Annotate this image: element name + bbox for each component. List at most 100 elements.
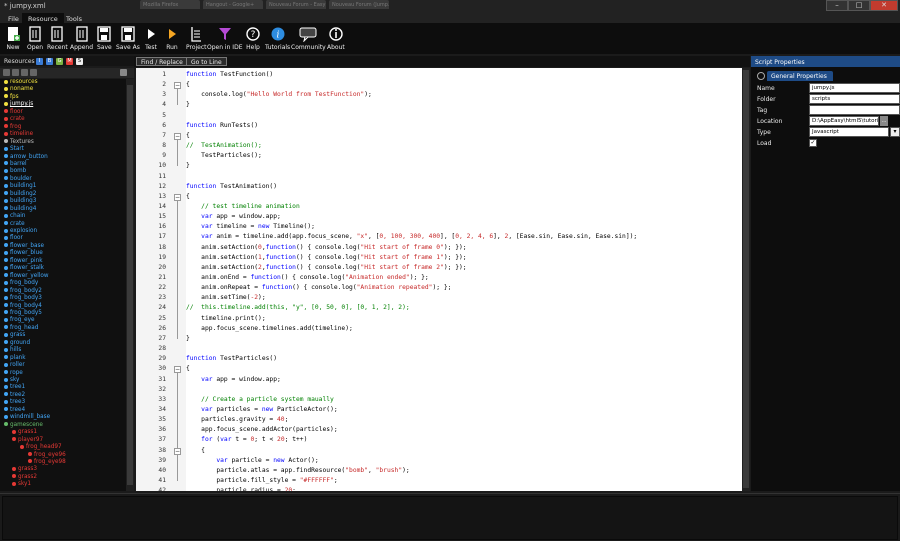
tree-item[interactable]: flower_stalk <box>4 265 44 272</box>
tree-item[interactable]: frog_eye <box>4 317 35 324</box>
recent-button[interactable]: Recent <box>47 26 68 51</box>
tree-item[interactable]: crate <box>4 116 25 123</box>
browser-tab[interactable]: Nouveau Forum (Jump...) <box>329 0 389 9</box>
project-button[interactable]: Project <box>186 26 207 51</box>
resource-filter-badge[interactable]: I <box>36 58 43 65</box>
tree-collapse-button[interactable] <box>3 69 10 76</box>
menu-tools[interactable]: Tools <box>60 13 88 23</box>
open-button[interactable]: Open <box>27 26 43 51</box>
tree-item[interactable]: flower_blue <box>4 250 43 257</box>
tree-item[interactable]: plank <box>4 355 26 362</box>
tutorials-button[interactable]: i Tutorials <box>265 26 290 51</box>
save-button[interactable]: Save <box>97 26 112 51</box>
help-button[interactable]: ? Help <box>246 26 260 51</box>
tree-item[interactable]: Textures <box>4 139 34 146</box>
find-replace-button[interactable]: Find / Replace <box>136 57 188 66</box>
tree-item[interactable]: player97 <box>12 437 43 444</box>
prop-name-input[interactable]: jumpy.js <box>809 83 900 93</box>
tree-item[interactable]: ground <box>4 340 30 347</box>
tree-item[interactable]: rope <box>4 370 23 377</box>
general-properties-tab[interactable]: General Properties <box>767 71 833 81</box>
resource-filter-badge[interactable]: S <box>76 58 83 65</box>
tree-item[interactable]: frog <box>4 124 21 131</box>
about-button[interactable]: About <box>327 26 345 51</box>
tree-item[interactable]: frog_body <box>4 280 38 287</box>
tree-item[interactable]: resources <box>4 79 38 86</box>
tree-item[interactable]: gamescene <box>4 422 43 429</box>
save-as-button[interactable]: Save As <box>116 26 140 51</box>
tree-item[interactable]: frog_body3 <box>4 295 42 302</box>
tree-item[interactable]: grass1 <box>12 429 37 436</box>
fold-toggle[interactable]: − <box>174 82 181 90</box>
tree-item[interactable]: grass2 <box>12 474 37 481</box>
tree-item[interactable]: frog_body4 <box>4 303 42 310</box>
output-console[interactable] <box>2 496 898 540</box>
tree-item[interactable]: building2 <box>4 191 36 198</box>
tree-item[interactable]: flower_pink <box>4 258 42 265</box>
browser-tab[interactable]: Nouveau Forum - Easy <box>266 0 326 9</box>
tree-item[interactable]: arrow_button <box>4 154 48 161</box>
tree-item[interactable]: building3 <box>4 198 36 205</box>
test-button[interactable]: Test <box>144 26 158 51</box>
prop-load-checkbox[interactable]: ✓ <box>809 139 817 147</box>
prop-location-input[interactable]: D:\AppEasy\html5\tutori <box>809 116 879 126</box>
fold-toggle[interactable]: − <box>174 366 181 374</box>
browse-location-button[interactable]: ... <box>880 116 888 126</box>
chevron-down-icon[interactable]: ▾ <box>890 127 900 137</box>
browser-tab[interactable]: Mozilla Firefox <box>140 0 200 9</box>
tree-item[interactable]: timeline <box>4 131 33 138</box>
tree-item[interactable]: flower_yellow <box>4 273 49 280</box>
tree-item[interactable]: explosion <box>4 228 37 235</box>
tree-item[interactable]: noname <box>4 86 33 93</box>
tree-scrollbar[interactable] <box>126 79 134 491</box>
tree-item[interactable]: floor <box>4 109 23 116</box>
tree-item[interactable]: grass <box>4 332 25 339</box>
tree-item[interactable]: boulder <box>4 176 32 183</box>
tree-item[interactable]: jumpy.js <box>4 101 33 108</box>
prop-type-select[interactable]: Javascript <box>809 127 889 137</box>
resource-filter-badge[interactable]: B <box>46 58 53 65</box>
tree-item[interactable]: grass3 <box>12 466 37 473</box>
editor-scrollbar[interactable] <box>742 68 750 491</box>
section-collapse-icon[interactable] <box>757 72 765 80</box>
tree-item[interactable]: tree2 <box>4 392 25 399</box>
tree-item[interactable]: frog_eye96 <box>28 452 66 459</box>
fold-toggle[interactable]: − <box>174 447 181 455</box>
tree-scroll-thumb[interactable] <box>127 85 133 485</box>
tree-item[interactable]: Start <box>4 146 24 153</box>
tree-item[interactable]: chain <box>4 213 25 220</box>
open-in-ide-button[interactable]: Open in IDE <box>207 26 243 51</box>
tree-item[interactable]: building1 <box>4 183 36 190</box>
tree-item[interactable]: roller <box>4 362 25 369</box>
tree-item[interactable]: floor <box>4 235 23 242</box>
tree-item[interactable]: tree3 <box>4 399 25 406</box>
browser-tab[interactable]: Hangout - Google+ <box>203 0 263 9</box>
fold-toggle[interactable]: − <box>174 132 181 140</box>
tree-up-button[interactable] <box>21 69 28 76</box>
run-button[interactable]: Run <box>165 26 179 51</box>
go-to-line-button[interactable]: Go to Line <box>186 57 227 66</box>
tree-search-button[interactable] <box>120 69 127 76</box>
tree-item[interactable]: bomb <box>4 168 26 175</box>
minimize-button[interactable]: – <box>826 0 848 11</box>
tree-item[interactable]: building4 <box>4 206 36 213</box>
tree-item[interactable]: tree1 <box>4 384 25 391</box>
close-button[interactable]: ✕ <box>870 0 898 11</box>
tree-item[interactable]: tree4 <box>4 407 25 414</box>
tree-item[interactable]: frog_body5 <box>4 310 42 317</box>
tree-item[interactable]: flower_base <box>4 243 44 250</box>
resource-filter-badge[interactable]: M <box>66 58 73 65</box>
tree-item[interactable]: fps <box>4 94 19 101</box>
tree-expand-button[interactable] <box>12 69 19 76</box>
maximize-button[interactable]: □ <box>848 0 870 11</box>
tree-down-button[interactable] <box>30 69 37 76</box>
menu-resource[interactable]: Resource <box>22 13 64 23</box>
tree-item[interactable]: frog_eye98 <box>28 459 66 466</box>
tree-item[interactable]: crate <box>4 221 25 228</box>
editor-scroll-thumb[interactable] <box>743 70 749 488</box>
append-button[interactable]: Append <box>70 26 93 51</box>
prop-tag-input[interactable] <box>809 105 900 115</box>
tree-item[interactable]: windmill_base <box>4 414 50 421</box>
tree-item[interactable]: frog_head97 <box>20 444 62 451</box>
tree-item[interactable]: frog_body2 <box>4 288 42 295</box>
